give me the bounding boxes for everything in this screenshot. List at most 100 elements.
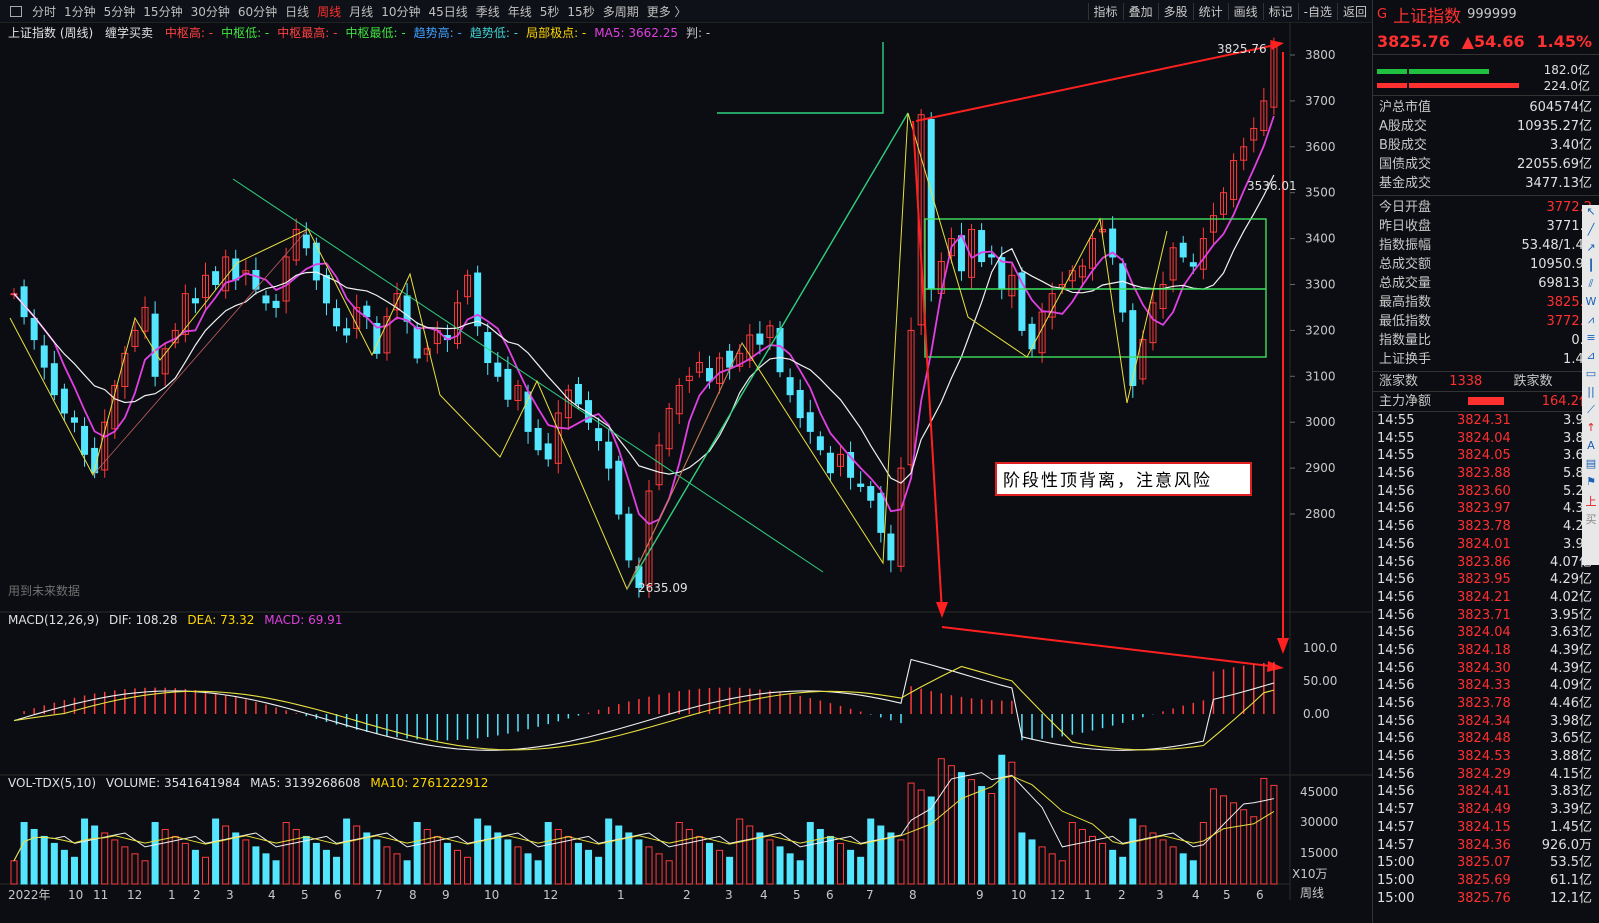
cycle-tool-icon[interactable]: || <box>1582 385 1599 403</box>
volume-bar <box>1028 839 1036 885</box>
gann-tool-icon[interactable]: ⊿ <box>1582 349 1599 367</box>
window-icon[interactable] <box>10 5 22 17</box>
period-tab[interactable]: 分时 <box>28 3 60 20</box>
volume-bar <box>20 822 28 885</box>
tick-row: 14:56 3823.86 4.07亿 <box>1373 554 1599 572</box>
period-tab[interactable]: 10分钟 <box>377 3 424 20</box>
volume-bar <box>70 856 78 885</box>
chart-tools: 指标 叠加 多股 统计 画线 标记 -自选 返回 <box>1087 0 1372 22</box>
volume-bar <box>282 822 290 885</box>
y-tick-label: 3100 <box>1305 369 1336 383</box>
ray-tool-icon[interactable]: ↗ <box>1582 241 1599 259</box>
volume-unit: X10万 <box>1292 867 1328 881</box>
stat-value: 3477.13亿 <box>1525 176 1592 191</box>
arrow-head <box>1277 638 1289 654</box>
candle-body <box>826 452 834 474</box>
tick-list[interactable]: 14:55 3824.31 3.94 14:55 3824.04 3.87 14:55 382… <box>1373 412 1599 907</box>
tick-row: 14:56 3824.53 3.88亿 <box>1373 748 1599 766</box>
period-tab[interactable]: 季线 <box>472 3 504 20</box>
tool-button[interactable]: 多股 <box>1157 2 1193 20</box>
text-tool-icon[interactable]: A <box>1582 439 1599 457</box>
period-tab[interactable]: 5秒 <box>536 3 564 20</box>
volume-bar <box>10 860 18 885</box>
low-price-label: 2635.09 <box>638 581 688 595</box>
candle-body <box>786 377 794 396</box>
tick-row: 15:00 3825.07 53.5亿 <box>1373 854 1599 872</box>
period-tab[interactable]: 1分钟 <box>60 3 100 20</box>
candle-body <box>474 272 482 327</box>
volume-bar <box>695 835 703 885</box>
period-tab[interactable]: 多周期 <box>599 3 643 20</box>
vline-tool-icon[interactable]: ┃ <box>1582 259 1599 277</box>
period-tab[interactable]: 5分钟 <box>100 3 140 20</box>
note-tool-icon[interactable]: ▤ <box>1582 457 1599 475</box>
cursor-tool-icon[interactable]: ↖ <box>1582 205 1599 223</box>
tick-price: 3824.31 <box>1457 413 1511 428</box>
y-tick-label: 3800 <box>1305 48 1336 62</box>
sell-mark-icon[interactable]: 买 <box>1582 511 1599 529</box>
buy-flow: 182.0亿 <box>1543 63 1590 77</box>
volume-bar <box>1189 860 1197 885</box>
tool-button[interactable]: 统计 <box>1192 2 1228 20</box>
tick-price: 3825.76 <box>1457 890 1511 906</box>
volume-ma10: MA10: 2761222912 <box>370 776 489 790</box>
tick-price: 3823.60 <box>1457 483 1511 499</box>
candle-body <box>1189 262 1197 267</box>
volume-bar <box>212 818 220 885</box>
period-tab[interactable]: 更多 〉 <box>643 3 691 20</box>
tick-row: 14:56 3823.60 5.22 <box>1373 483 1599 501</box>
period-tab[interactable]: 60分钟 <box>234 3 281 20</box>
tick-price: 3824.34 <box>1457 713 1511 729</box>
tick-time: 14:56 <box>1377 466 1415 482</box>
x-axis-label: 1 <box>168 888 176 902</box>
zigzag-line <box>9 112 1168 591</box>
volume-bar <box>443 842 451 885</box>
tool-button[interactable]: -自选 <box>1297 2 1337 20</box>
volume-bar <box>776 846 784 885</box>
period-tab[interactable]: 15分钟 <box>139 3 186 20</box>
x-axis-label: 5 <box>793 888 801 902</box>
volume-bar <box>353 825 361 885</box>
period-tab[interactable]: 15秒 <box>563 3 598 20</box>
candle-body <box>343 328 351 336</box>
fib-tool-icon[interactable]: ≡ <box>1582 331 1599 349</box>
buy-mark-icon[interactable]: 上 <box>1582 493 1599 511</box>
divergence-annotation: 阶段性顶背离，注意风险 <box>995 462 1252 496</box>
volume-bar <box>685 828 693 885</box>
candle-body <box>1119 263 1127 313</box>
line-tool-icon[interactable]: ╱ <box>1582 223 1599 241</box>
sell-flow: 224.0亿 <box>1543 79 1590 93</box>
trend-tool-icon[interactable]: ⟋ <box>1582 403 1599 421</box>
period-tab[interactable]: 年线 <box>504 3 536 20</box>
volume-bar <box>1129 818 1137 885</box>
arrow-up-icon[interactable]: ↑ <box>1582 421 1599 439</box>
y-tick-label: 3500 <box>1305 186 1336 200</box>
candle-body <box>887 533 895 561</box>
tool-button[interactable]: 指标 <box>1087 2 1123 20</box>
period-tab[interactable]: 月线 <box>345 3 377 20</box>
tool-button[interactable]: 画线 <box>1227 2 1263 20</box>
macd-dif: DIF: 108.28 <box>108 613 178 627</box>
tick-volume: 3.88亿 <box>1550 749 1592 765</box>
wave-tool-icon[interactable]: W <box>1582 295 1599 313</box>
volume-bar <box>736 818 744 885</box>
tool-button[interactable]: 标记 <box>1262 2 1298 20</box>
candle-body <box>816 436 824 451</box>
zigzag-tool-icon[interactable]: ⩘ <box>1582 313 1599 331</box>
volume-bar <box>1058 860 1066 885</box>
period-tab[interactable]: 周线 <box>313 3 345 20</box>
channel-tool-icon[interactable]: ⫽ <box>1582 277 1599 295</box>
period-tab[interactable]: 日线 <box>281 3 313 20</box>
rect-tool-icon[interactable]: ▭ <box>1582 367 1599 385</box>
flag-tool-icon[interactable]: ⚑ <box>1582 475 1599 493</box>
tool-button[interactable]: 叠加 <box>1122 2 1158 20</box>
volume-bar <box>191 849 199 885</box>
volume-bar <box>453 849 461 885</box>
stat-label: 总成交量 <box>1379 276 1432 291</box>
volume-bar <box>484 825 492 885</box>
period-tab[interactable]: 45日线 <box>424 3 471 20</box>
tool-button[interactable]: 返回 <box>1336 2 1372 20</box>
period-tab[interactable]: 30分钟 <box>187 3 234 20</box>
y-tick-label: 3400 <box>1305 232 1336 246</box>
up-count: 1338 <box>1449 374 1483 389</box>
